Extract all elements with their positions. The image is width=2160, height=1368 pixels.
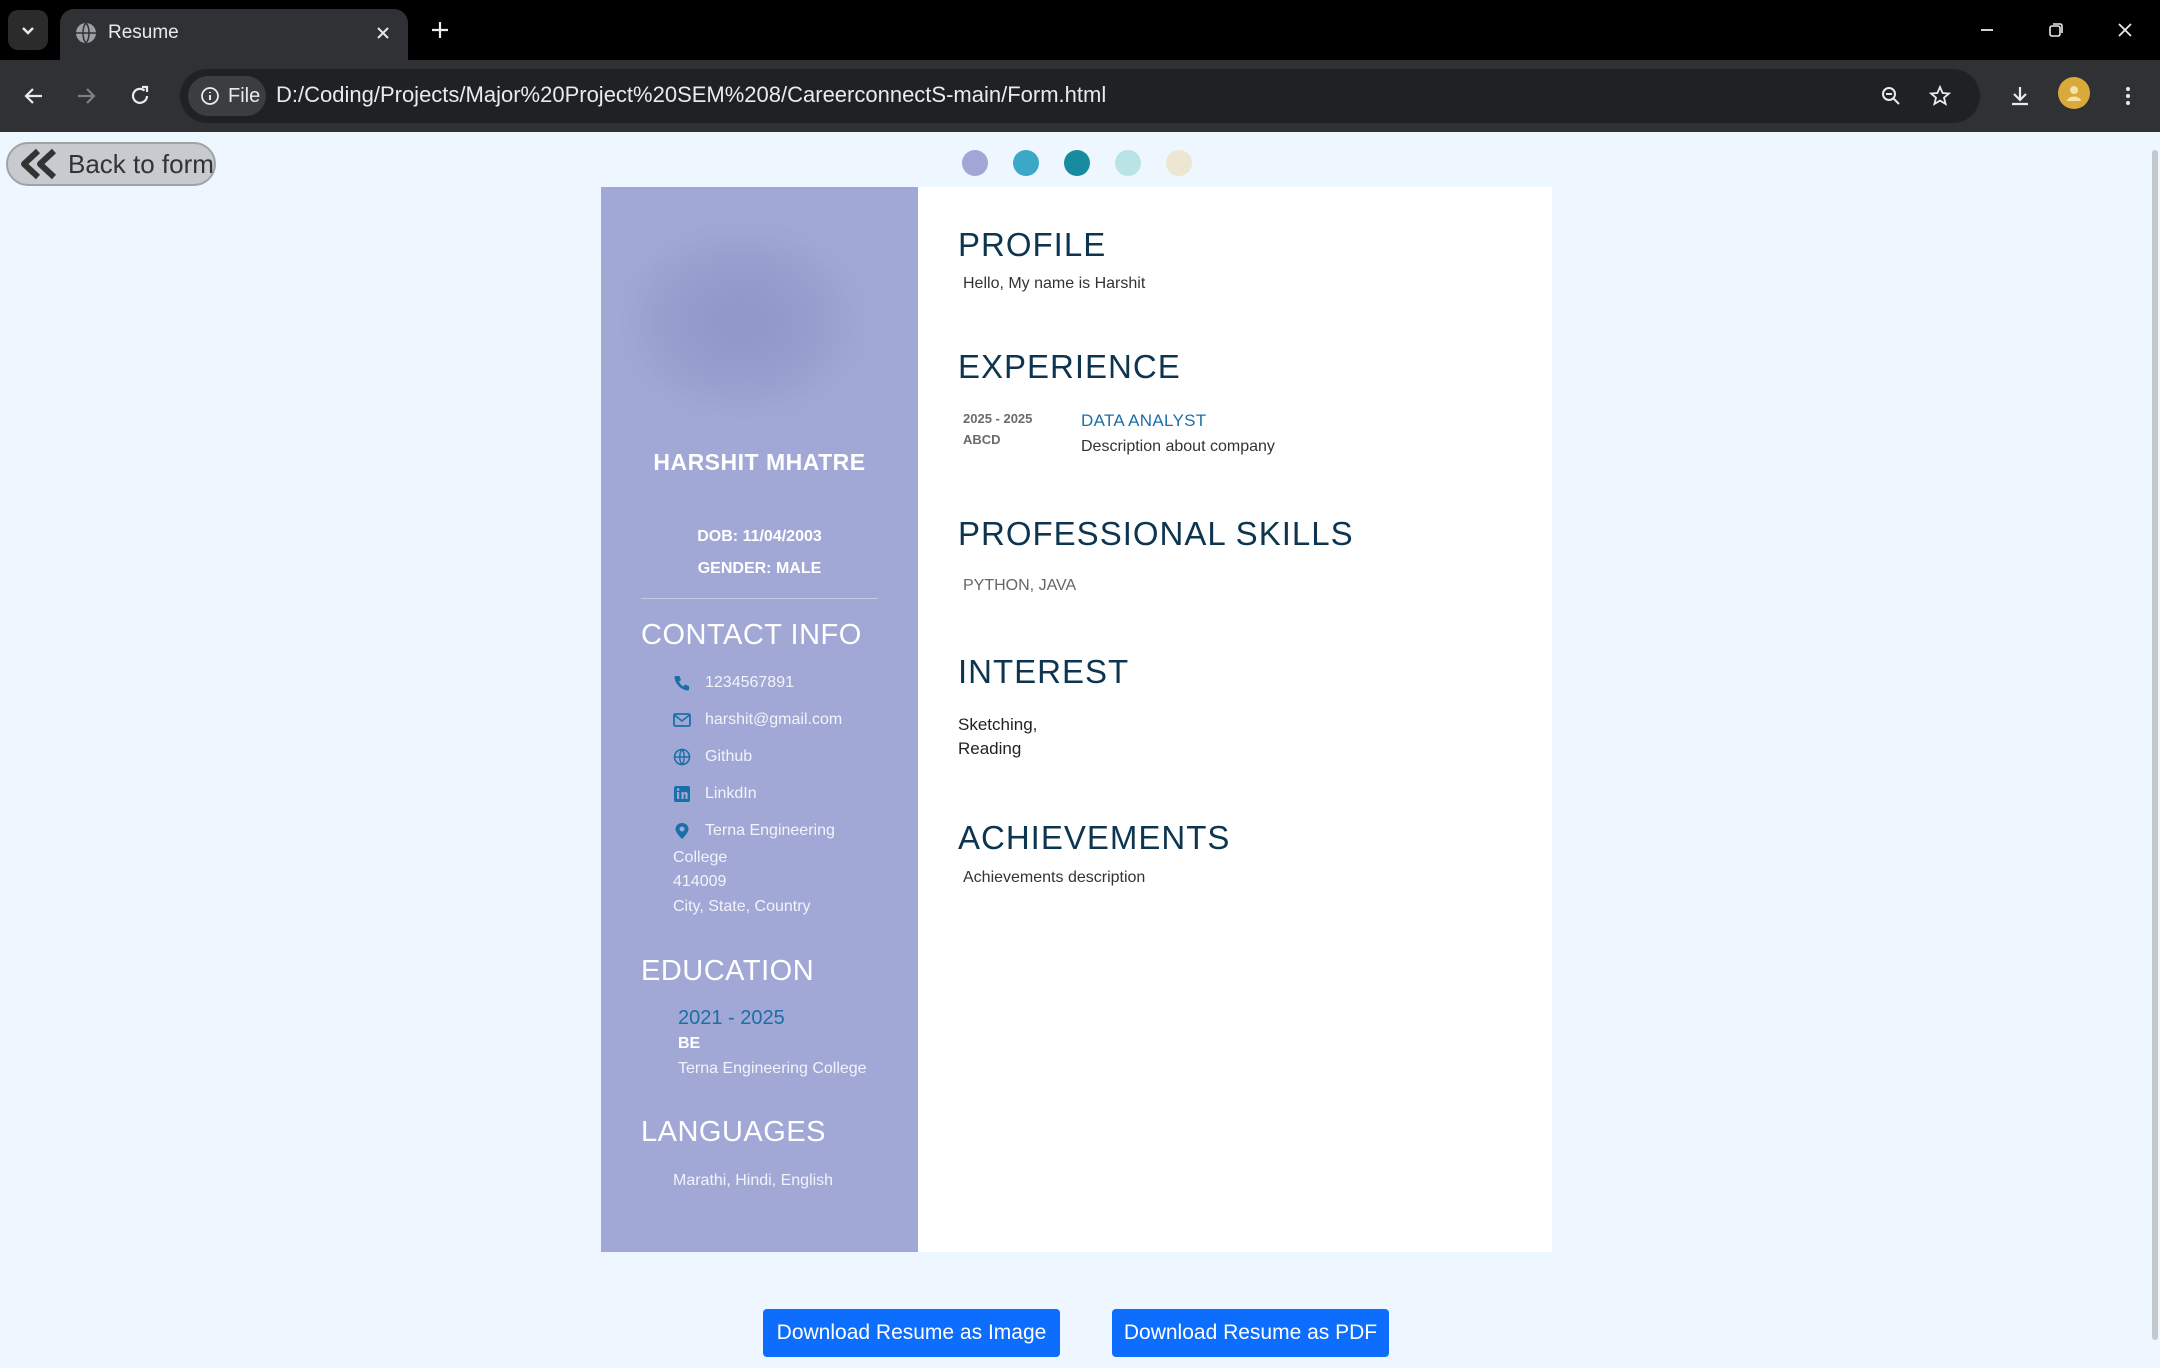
address-line-4: City, State, Country <box>673 898 811 915</box>
profile-heading: PROFILE <box>958 226 1107 263</box>
minimize-button[interactable] <box>1963 12 2011 48</box>
envelope-icon <box>673 711 691 729</box>
chevron-down-icon <box>22 27 34 35</box>
theme-swatch[interactable] <box>962 150 988 176</box>
resume-gender: GENDER: MALE <box>697 560 822 577</box>
experience-company: ABCD <box>963 432 1001 447</box>
achievements-heading: ACHIEVEMENTS <box>958 819 1231 856</box>
downloads-button[interactable] <box>2000 76 2040 116</box>
education-heading: EDUCATION <box>641 955 815 987</box>
interest-item: Reading <box>958 739 1022 758</box>
star-icon <box>1928 84 1952 106</box>
skills-heading: PROFESSIONAL SKILLS <box>958 515 1354 552</box>
zoom-icon <box>1882 87 1900 105</box>
download-image-button[interactable]: Download Resume as Image <box>763 1309 1060 1357</box>
education-school: Terna Engineering College <box>678 1060 867 1077</box>
contact-github-text: Github <box>705 748 753 765</box>
double-chevron-left-icon <box>21 148 57 180</box>
site-chip-label: File <box>228 84 261 107</box>
back-nav-button[interactable] <box>14 76 54 116</box>
minimize-icon <box>1981 29 1993 31</box>
sidebar-divider <box>641 598 878 599</box>
plus-icon <box>432 22 448 38</box>
experience-years: 2025 - 2025 <box>963 411 1033 426</box>
new-tab-button[interactable] <box>424 14 456 46</box>
close-window-button[interactable] <box>2101 12 2149 48</box>
address-line-2: College <box>673 849 728 866</box>
restore-button[interactable] <box>2032 12 2080 48</box>
restore-icon <box>2049 23 2063 37</box>
reload-icon <box>131 85 149 104</box>
languages-list: Marathi, Hindi, English <box>673 1172 834 1189</box>
skills-list: PYTHON, JAVA <box>963 577 1077 594</box>
download-pdf-button[interactable]: Download Resume as PDF <box>1112 1309 1389 1357</box>
info-icon <box>201 87 219 105</box>
reload-button[interactable] <box>120 76 160 116</box>
education-degree: BE <box>678 1035 701 1052</box>
experience-role: DATA ANALYST <box>1081 411 1207 430</box>
resume-main: PROFILE Hello, My name is Harshit EXPERI… <box>918 187 1552 1252</box>
contact-phone: 1234567891 <box>673 674 794 692</box>
phone-icon <box>673 674 691 692</box>
contact-linkedin[interactable]: LinkdIn <box>673 785 757 803</box>
arrow-left-icon <box>24 88 42 104</box>
theme-swatch[interactable] <box>1013 150 1039 176</box>
interest-item: Sketching, <box>958 715 1038 734</box>
browser-tab[interactable]: Resume <box>60 9 408 60</box>
scrollbar-thumb[interactable] <box>2152 150 2158 1340</box>
contact-email: harshit@gmail.com <box>673 711 842 729</box>
experience-heading: EXPERIENCE <box>958 348 1181 385</box>
languages-heading: LANGUAGES <box>641 1116 826 1148</box>
resume-card: HARSHIT MHATRE DOB: 11/04/2003 GENDER: M… <box>601 187 1552 1252</box>
contact-github[interactable]: Github <box>673 748 752 766</box>
theme-swatch[interactable] <box>1166 150 1192 176</box>
contact-phone-text: 1234567891 <box>705 674 794 691</box>
resume-name: HARSHIT MHATRE <box>653 449 866 475</box>
address-line-1: Terna Engineering <box>705 822 835 839</box>
zoom-button[interactable] <box>1875 80 1907 112</box>
profile-avatar[interactable] <box>2058 77 2090 109</box>
browser-tab-bar: Resume <box>0 0 2160 60</box>
achievements-text: Achievements description <box>963 869 1146 886</box>
resume-dob: DOB: 11/04/2003 <box>697 528 822 545</box>
profile-text: Hello, My name is Harshit <box>963 275 1146 292</box>
tab-search-button[interactable] <box>8 10 48 50</box>
globe-icon <box>673 748 691 766</box>
theme-color-picker <box>962 150 1192 176</box>
tab-title: Resume <box>108 22 179 43</box>
contact-heading: CONTACT INFO <box>641 619 862 651</box>
education-years: 2021 - 2025 <box>678 1007 785 1029</box>
address-line-3: 414009 <box>673 873 727 890</box>
avatar-icon <box>2067 86 2081 101</box>
resume-sidebar: HARSHIT MHATRE DOB: 11/04/2003 GENDER: M… <box>601 187 918 1252</box>
browser-toolbar: File D:/Coding/Projects/Major%20Project%… <box>0 60 2160 132</box>
address-bar[interactable]: File D:/Coding/Projects/Major%20Project%… <box>180 69 1980 123</box>
close-icon <box>377 27 389 39</box>
back-to-form-button[interactable]: Back to form <box>6 142 216 186</box>
url-text: D:/Coding/Projects/Major%20Project%20SEM… <box>276 82 1107 107</box>
more-vertical-icon <box>2126 87 2130 105</box>
theme-swatch[interactable] <box>1115 150 1141 176</box>
theme-swatch[interactable] <box>1064 150 1090 176</box>
bookmark-button[interactable] <box>1924 80 1956 112</box>
close-icon <box>2118 23 2132 37</box>
globe-icon <box>76 22 96 45</box>
site-info-chip[interactable]: File <box>188 76 266 116</box>
back-to-form-label: Back to form <box>68 148 214 179</box>
browser-menu-button[interactable] <box>2108 76 2148 116</box>
tab-close-button[interactable] <box>372 22 394 44</box>
contact-email-text: harshit@gmail.com <box>705 711 843 728</box>
contact-linkedin-text: LinkdIn <box>705 785 757 802</box>
arrow-right-icon <box>78 88 96 104</box>
page-scrollbar[interactable] <box>2150 132 2160 1368</box>
contact-address: Terna Engineering <box>673 822 835 840</box>
profile-photo <box>627 231 857 411</box>
linkedin-icon <box>673 785 691 803</box>
page-content: Back to form HARSHIT MHATRE DOB: 11/04/2… <box>0 132 2160 1368</box>
forward-nav-button[interactable] <box>66 76 106 116</box>
location-pin-icon <box>673 822 691 840</box>
interest-heading: INTEREST <box>958 653 1130 690</box>
experience-description: Description about company <box>1081 438 1275 455</box>
download-icon <box>2012 87 2028 106</box>
